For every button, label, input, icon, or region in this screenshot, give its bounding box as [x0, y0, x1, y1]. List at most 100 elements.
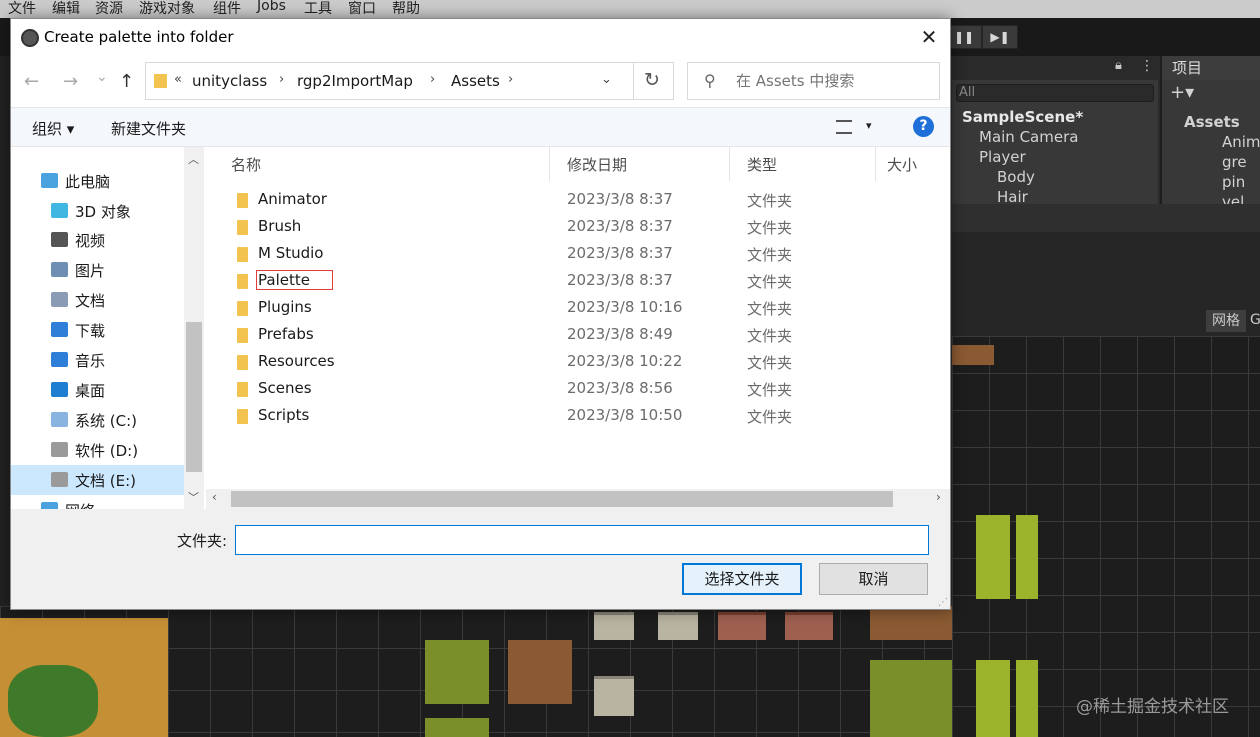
nav-pane-item[interactable]: 软件 (D:): [11, 435, 184, 465]
nav-pane-item[interactable]: 文档: [11, 285, 184, 315]
breadcrumb-rgp2importmap[interactable]: rgp2ImportMap: [297, 72, 413, 90]
nav-item-icon: [51, 442, 68, 457]
file-date: 2023/3/8 8:37: [567, 190, 673, 208]
menu-file[interactable]: 文件: [8, 0, 36, 18]
hierarchy-row[interactable]: Body: [997, 168, 1035, 186]
file-row[interactable]: Plugins 2023/3/8 10:16 文件夹: [206, 295, 950, 322]
nav-item-label: 文档: [75, 292, 106, 310]
column-header-name[interactable]: 名称 ^: [206, 147, 549, 181]
nav-pane-item[interactable]: 音乐: [11, 345, 184, 375]
menu-tools[interactable]: 工具: [304, 0, 332, 18]
more-icon[interactable]: ⋮: [1140, 58, 1154, 74]
recent-locations-icon[interactable]: ⌄: [96, 69, 108, 85]
unity-left-edge: [0, 56, 10, 606]
nav-pane-item[interactable]: 桌面: [11, 375, 184, 405]
project-row[interactable]: pin: [1222, 173, 1245, 191]
resize-grip-icon[interactable]: ⋰: [938, 597, 948, 608]
nav-pane-item[interactable]: 下载: [11, 315, 184, 345]
hierarchy-row[interactable]: Main Camera: [979, 128, 1078, 146]
file-row[interactable]: Palette 2023/3/8 8:37 文件夹: [206, 268, 950, 295]
breadcrumb-overflow[interactable]: «: [174, 72, 182, 87]
new-folder-button[interactable]: 新建文件夹: [111, 118, 186, 139]
chevron-down-icon[interactable]: ⌄: [601, 72, 612, 87]
menu-component[interactable]: 组件: [213, 0, 241, 18]
file-row[interactable]: Resources 2023/3/8 10:22 文件夹: [206, 349, 950, 376]
scroll-left-icon[interactable]: ‹: [212, 490, 217, 504]
breadcrumb-assets[interactable]: Assets: [451, 72, 500, 90]
nav-pane-item[interactable]: 系统 (C:): [11, 405, 184, 435]
menu-gameobject[interactable]: 游戏对象: [139, 0, 195, 18]
help-icon[interactable]: ?: [913, 116, 934, 137]
nav-pane-item[interactable]: 此电脑: [11, 166, 184, 196]
scroll-right-icon[interactable]: ›: [936, 490, 941, 504]
file-type: 文件夹: [747, 327, 793, 345]
file-type: 文件夹: [747, 408, 793, 426]
grid-extra-button[interactable]: G: [1250, 312, 1260, 328]
search-input[interactable]: [736, 72, 931, 90]
nav-item-icon: [51, 262, 68, 277]
column-header-date[interactable]: 修改日期: [550, 147, 729, 181]
hierarchy-row[interactable]: Player: [979, 148, 1026, 166]
file-row[interactable]: Prefabs 2023/3/8 8:49 文件夹: [206, 322, 950, 349]
breadcrumb-unityclass[interactable]: unityclass: [192, 72, 267, 90]
file-row[interactable]: Brush 2023/3/8 8:37 文件夹: [206, 214, 950, 241]
cancel-button[interactable]: 取消: [819, 563, 928, 595]
menu-jobs[interactable]: Jobs: [257, 0, 286, 14]
file-row[interactable]: Animator 2023/3/8 8:37 文件夹: [206, 187, 950, 214]
nav-item-label: 软件 (D:): [75, 442, 139, 460]
menu-assets[interactable]: 资源: [95, 0, 123, 18]
chevron-down-icon[interactable]: ▾: [866, 119, 872, 132]
chevron-right-icon[interactable]: ›: [279, 72, 284, 87]
folder-icon: [237, 382, 248, 397]
forward-arrow-icon[interactable]: →: [63, 71, 78, 92]
hierarchy-search[interactable]: All: [956, 84, 1154, 102]
column-header-type[interactable]: 类型: [730, 147, 875, 181]
project-tab[interactable]: 项目: [1162, 56, 1260, 80]
file-row[interactable]: Scenes 2023/3/8 8:56 文件夹: [206, 376, 950, 403]
step-button[interactable]: ▶❚: [982, 25, 1018, 49]
file-row[interactable]: M Studio 2023/3/8 8:37 文件夹: [206, 241, 950, 268]
nav-pane-item[interactable]: 网络: [11, 495, 184, 509]
pause-button[interactable]: ❚❚: [946, 25, 982, 49]
select-folder-button[interactable]: 选择文件夹: [682, 563, 802, 595]
close-button[interactable]: ✕: [907, 19, 951, 57]
dialog-titlebar: Create palette into folder ✕: [11, 19, 950, 57]
chevron-right-icon[interactable]: ›: [508, 72, 513, 87]
navigation-pane-scrollbar[interactable]: ︿ ﹀: [184, 147, 204, 509]
menu-edit[interactable]: 编辑: [52, 0, 80, 18]
search-box[interactable]: ⚲: [687, 62, 940, 100]
tile: [1016, 660, 1038, 737]
file-list-hscrollbar[interactable]: ‹ ›: [206, 489, 950, 509]
scene-row[interactable]: SampleScene*: [962, 108, 1083, 126]
up-arrow-icon[interactable]: ↑: [119, 71, 134, 92]
scroll-up-icon[interactable]: ︿: [188, 151, 199, 167]
organize-button[interactable]: 组织 ▾: [32, 118, 74, 139]
project-row[interactable]: gre: [1222, 153, 1247, 171]
file-name-rename-box[interactable]: Palette: [256, 270, 333, 290]
file-type: 文件夹: [747, 381, 793, 399]
scroll-down-icon[interactable]: ﹀: [188, 489, 199, 505]
nav-item-icon: [41, 173, 58, 188]
file-name: Prefabs: [258, 325, 314, 343]
menu-window[interactable]: 窗口: [348, 0, 376, 18]
nav-pane-item[interactable]: 文档 (E:): [11, 465, 184, 495]
project-root[interactable]: Assets: [1184, 113, 1240, 131]
file-row[interactable]: Scripts 2023/3/8 10:50 文件夹: [206, 403, 950, 430]
scrollbar-thumb[interactable]: [231, 491, 893, 507]
refresh-icon[interactable]: ↻: [644, 69, 660, 91]
nav-pane-item[interactable]: 3D 对象: [11, 196, 184, 226]
view-options-icon[interactable]: [836, 120, 852, 134]
menu-help[interactable]: 帮助: [392, 0, 420, 18]
nav-pane-item[interactable]: 图片: [11, 255, 184, 285]
grid-button[interactable]: 网格: [1206, 310, 1246, 332]
lock-icon[interactable]: 🔒︎: [1115, 58, 1122, 73]
back-arrow-icon[interactable]: ←: [24, 71, 39, 92]
column-header-size[interactable]: 大小: [876, 147, 950, 181]
project-row[interactable]: Anima: [1222, 133, 1260, 151]
scrollbar-thumb[interactable]: [186, 322, 202, 472]
folder-name-input[interactable]: [235, 525, 929, 555]
address-bar[interactable]: « unityclass › rgp2ImportMap › Assets › …: [145, 62, 674, 100]
project-plus-icon[interactable]: +▾: [1170, 82, 1194, 103]
nav-pane-item[interactable]: 视频: [11, 225, 184, 255]
chevron-right-icon[interactable]: ›: [430, 72, 435, 87]
